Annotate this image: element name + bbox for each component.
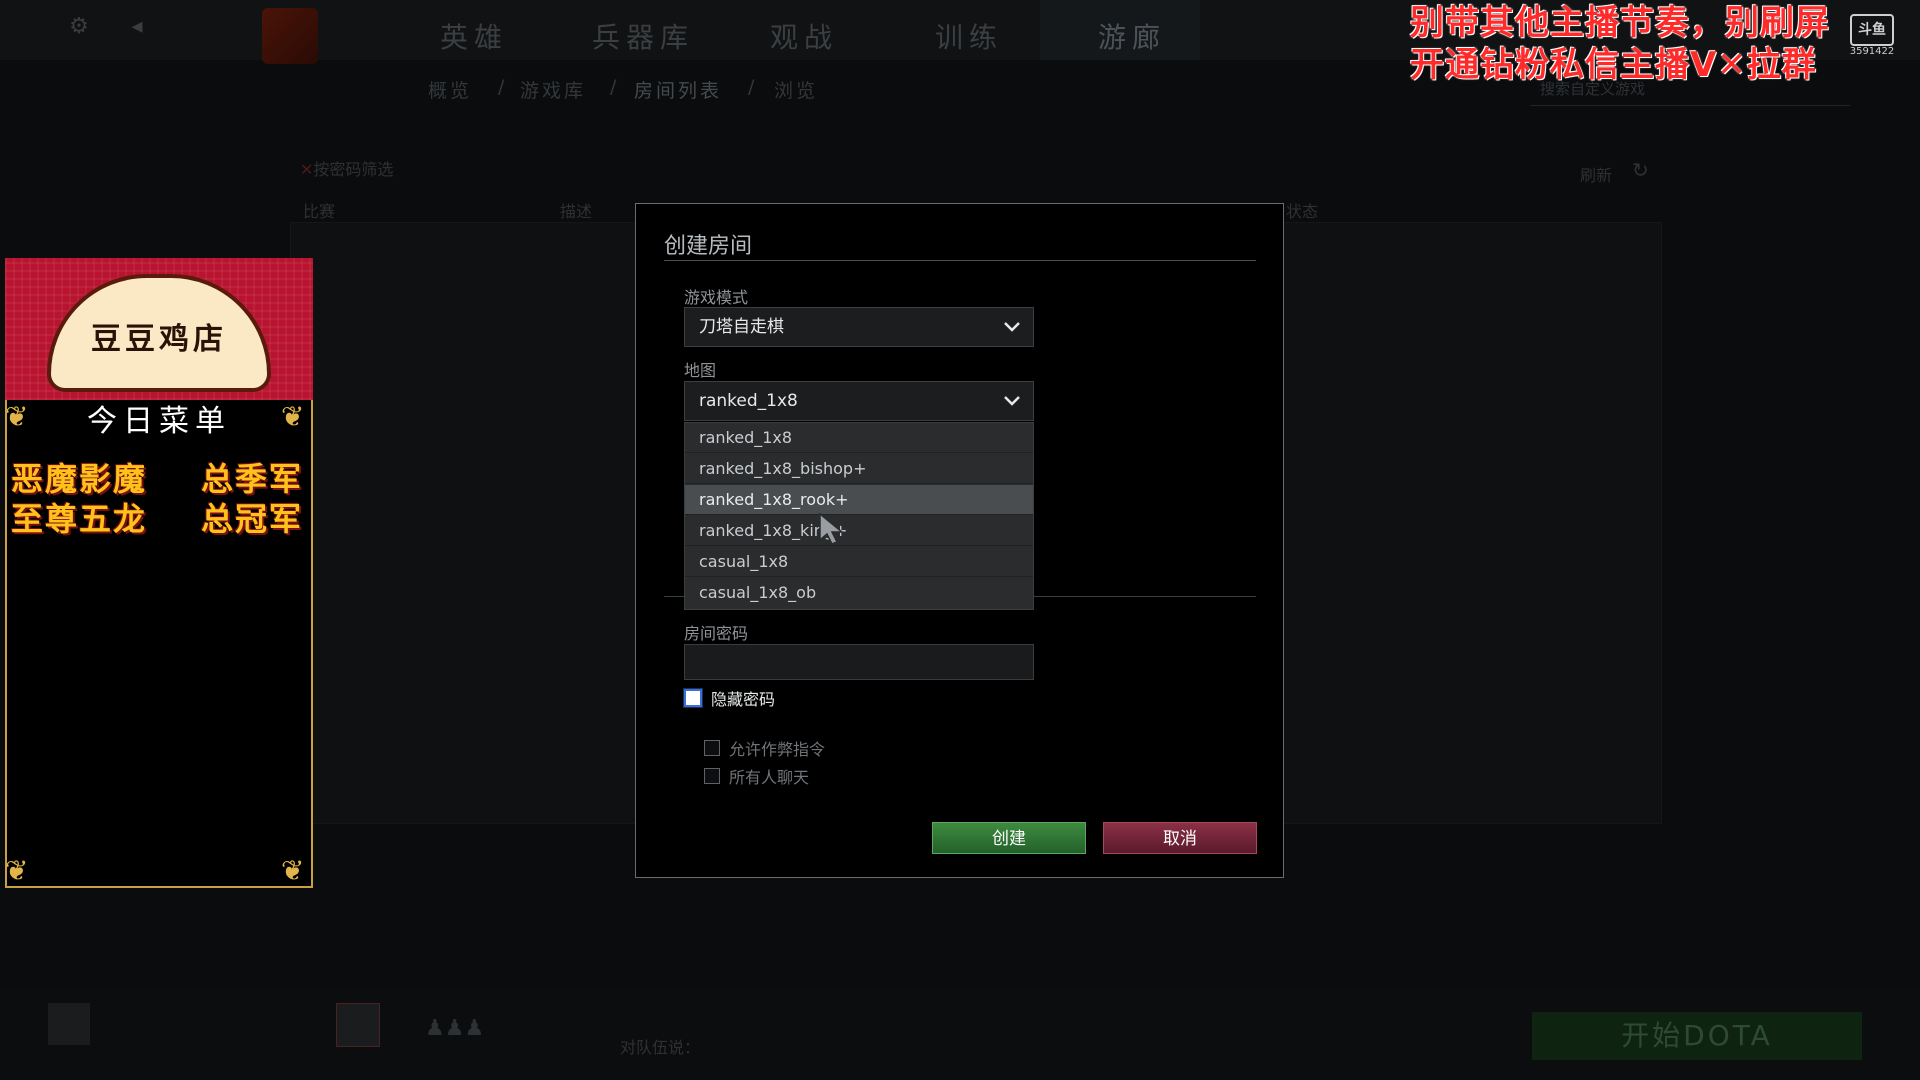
stream-banner: 别带其他主播节奏，别刷屏 开通钻粉私信主播V✕拉群 [1410, 2, 1880, 86]
menu-item: 至尊五龙 [11, 500, 148, 538]
map-option[interactable]: casual_1x8 [685, 547, 1033, 577]
all-chat-checkbox-row[interactable]: 所有人聊天 [704, 764, 809, 788]
chevron-down-icon [1004, 396, 1020, 406]
map-label: 地图 [684, 361, 717, 380]
mouse-cursor-icon [819, 512, 845, 545]
refresh-button[interactable]: 刷新 [1580, 162, 1612, 186]
column-header-match[interactable]: 比赛 [303, 198, 335, 222]
column-header-status[interactable]: 状态 [1286, 198, 1318, 222]
column-header-description[interactable]: 描述 [560, 198, 592, 222]
breadcrumb-overview[interactable]: 概览 [428, 76, 472, 103]
shop-name: 豆豆鸡店 [91, 322, 227, 357]
back-arrow-icon[interactable]: ◂ [124, 14, 150, 40]
nav-heroes[interactable]: 英雄 [440, 16, 508, 56]
platform-logo: 斗鱼 [1850, 14, 1894, 46]
map-dropdown-list: ranked_1x8 ranked_1x8_bishop+ ranked_1x8… [684, 422, 1034, 610]
allow-cheats-checkbox[interactable] [704, 740, 720, 756]
allow-cheats-label: 允许作弊指令 [729, 740, 826, 759]
breadcrumb-game-library[interactable]: 游戏库 [520, 76, 586, 103]
nav-armory[interactable]: 兵器库 [592, 16, 694, 56]
hide-password-checkbox-row[interactable]: 隐藏密码 [684, 686, 775, 710]
room-id: 3591422 [1849, 46, 1895, 57]
stream-menu-panel: 豆豆鸡店 ❦ ❦ ❦ ❦ 今日菜单 恶魔影魔 总季军 至尊五龙 总冠军 [5, 258, 313, 888]
allow-cheats-checkbox-row[interactable]: 允许作弊指令 [704, 736, 825, 760]
breadcrumb-separator: / [610, 76, 620, 98]
map-option[interactable]: ranked_1x8_king+ [685, 516, 1033, 546]
map-value: ranked_1x8 [699, 391, 798, 411]
hide-password-label: 隐藏密码 [711, 690, 776, 709]
map-select[interactable]: ranked_1x8 [684, 381, 1034, 421]
shop-scroll-banner: 豆豆鸡店 [47, 274, 271, 392]
breadcrumb-separator: / [498, 76, 508, 98]
hide-password-checkbox[interactable] [684, 689, 702, 707]
breadcrumb-browse[interactable]: 浏览 [774, 76, 818, 103]
refresh-icon[interactable]: ↻ [1632, 158, 1649, 182]
cancel-button[interactable]: 取消 [1103, 822, 1257, 854]
breadcrumb-separator: / [748, 76, 758, 98]
nav-arcade[interactable]: 游廊 [1098, 16, 1166, 56]
map-option[interactable]: casual_1x8_ob [685, 578, 1033, 608]
nav-learn[interactable]: 训练 [935, 16, 1003, 56]
map-option[interactable]: ranked_1x8_rook+ [685, 485, 1033, 515]
avatar[interactable] [336, 1003, 380, 1047]
menu-header: 豆豆鸡店 [5, 258, 313, 400]
stream-banner-line: 别带其他主播节奏，别刷屏 [1410, 3, 1830, 43]
menu-item: 总冠军 [201, 500, 304, 538]
password-filter-toggle[interactable]: ✕按密码筛选 [300, 156, 393, 180]
chevron-down-icon [1004, 322, 1020, 332]
game-mode-label: 游戏模式 [684, 288, 749, 307]
breadcrumb-lobby-list[interactable]: 房间列表 [634, 76, 722, 103]
map-option[interactable]: ranked_1x8 [685, 423, 1033, 453]
close-icon: ✕ [300, 160, 314, 179]
all-chat-checkbox[interactable] [704, 768, 720, 784]
all-chat-label: 所有人聊天 [729, 768, 810, 787]
start-dota-button[interactable]: 开始DOTA [1532, 1012, 1862, 1060]
create-button[interactable]: 创建 [932, 822, 1086, 854]
game-mode-value: 刀塔自走棋 [699, 317, 784, 337]
map-option[interactable]: ranked_1x8_bishop+ [685, 454, 1033, 484]
game-mode-select[interactable]: 刀塔自走棋 [684, 307, 1034, 347]
dota-logo[interactable] [262, 8, 318, 64]
nav-watch[interactable]: 观战 [770, 16, 838, 56]
party-icon[interactable]: ♟♟♟ [425, 1016, 484, 1041]
divider [664, 260, 1256, 261]
settings-gear-icon[interactable]: ⚙ [66, 14, 92, 40]
party-chat-hint: 对队伍说： [620, 1038, 701, 1057]
password-field[interactable] [684, 644, 1034, 680]
avatar[interactable] [48, 1003, 90, 1045]
stream-banner-line: 开通钻粉私信主播V✕拉群 [1410, 45, 1817, 85]
dialog-title: 创建房间 [664, 234, 753, 259]
platform-watermark: 斗鱼 3591422 [1842, 14, 1902, 72]
create-lobby-dialog: 创建房间 游戏模式 刀塔自走棋 地图 ranked_1x8 房间密码 隐藏密码 … [635, 203, 1284, 878]
menu-title: 今日菜单 [87, 404, 231, 439]
ornament-icon: ❦ [5, 854, 29, 887]
ornament-icon: ❦ [281, 854, 305, 887]
password-label: 房间密码 [684, 624, 749, 643]
